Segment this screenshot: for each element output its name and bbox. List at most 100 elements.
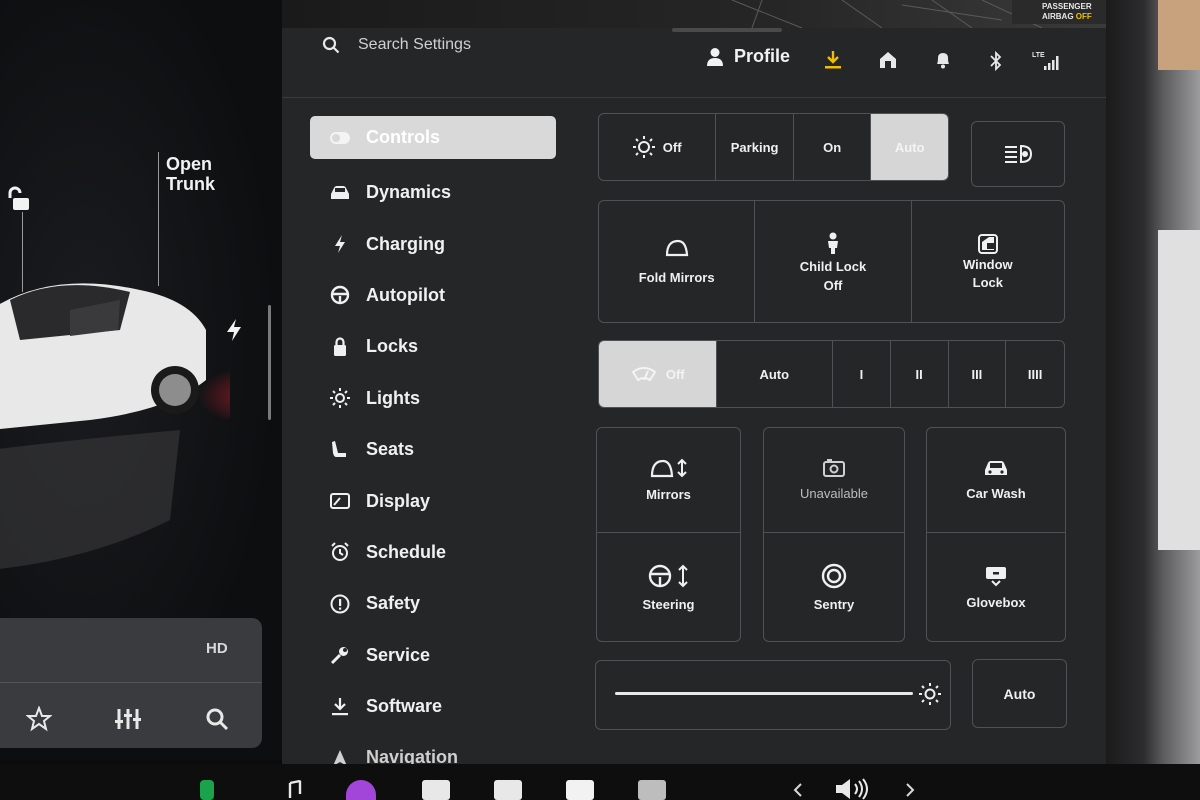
brightness-sun-icon: [919, 683, 941, 705]
search-settings-input[interactable]: Search Settings: [322, 36, 471, 54]
brightness-auto-label: Auto: [1003, 685, 1036, 702]
wipers-off-label: Off: [665, 366, 685, 382]
car-wash-icon: [985, 461, 1007, 475]
mirrors-button[interactable]: Mirrors: [597, 428, 740, 533]
download-icon[interactable]: [824, 50, 842, 70]
wipers-speed-4-option[interactable]: IIII: [1006, 341, 1064, 407]
trunk-pointer-line: [158, 152, 159, 286]
menu-item-lights[interactable]: Lights: [310, 373, 556, 424]
svg-text:LTE: LTE: [1032, 52, 1045, 59]
alert-icon: [328, 594, 352, 614]
settings-menu: Controls Dynamics Charging Autopilot Locks Li…: [310, 116, 556, 784]
glovebox-label: Glovebox: [966, 594, 1026, 610]
equalizer-icon[interactable]: [114, 706, 142, 732]
calendar-app-icon[interactable]: [494, 780, 522, 800]
menu-item-safety[interactable]: Safety: [310, 578, 556, 629]
passenger-airbag-indicator: PASSENGER AIRBAG OFF: [1012, 0, 1106, 24]
wipers-auto-option[interactable]: Auto: [717, 341, 833, 407]
car-panel-scrollbar[interactable]: [268, 305, 271, 420]
favorite-star-icon[interactable]: [26, 706, 52, 732]
wipers-speed-2-option[interactable]: II: [891, 341, 949, 407]
menu-item-charging[interactable]: Charging: [310, 218, 556, 269]
music-icon[interactable]: [284, 780, 302, 800]
menu-item-schedule[interactable]: Schedule: [310, 527, 556, 578]
fold-mirrors-button[interactable]: Fold Mirrors: [599, 201, 756, 322]
car-icon: [328, 183, 352, 203]
media-app-icon[interactable]: [638, 780, 666, 800]
lte-signal-icon: LTE: [1032, 52, 1059, 70]
unavailable-label: Unavailable: [800, 486, 868, 501]
glovebox-button[interactable]: Glovebox: [927, 534, 1065, 641]
lock-icon: [328, 337, 352, 357]
media-search-icon[interactable]: [204, 706, 230, 732]
menu-item-seats[interactable]: Seats: [310, 424, 556, 475]
open-trunk-line2: Trunk: [166, 174, 216, 194]
brightness-auto-button[interactable]: Auto: [972, 659, 1067, 728]
download-icon: [328, 697, 352, 717]
airbag-status: OFF: [1075, 12, 1092, 21]
open-trunk-line1: Open: [166, 154, 213, 174]
high-beam-icon: [1005, 144, 1033, 164]
airbag-line1: PASSENGER: [1042, 2, 1092, 11]
home-icon[interactable]: [878, 50, 898, 70]
phone-app-icon[interactable]: [200, 780, 214, 800]
map-strip: [282, 0, 1106, 28]
profile-label: Profile: [734, 46, 791, 66]
sun-icon: [328, 388, 352, 409]
wipers-speed-1-option[interactable]: I: [833, 341, 891, 407]
headlights-on-option[interactable]: On: [794, 114, 872, 180]
sentry-button[interactable]: Sentry: [764, 534, 904, 641]
menu-item-label: Safety: [366, 593, 421, 614]
bluetooth-icon[interactable]: [988, 50, 1004, 72]
volume-icon[interactable]: [834, 778, 874, 800]
unlock-icon[interactable]: [8, 186, 36, 214]
bolt-icon: [328, 234, 352, 254]
headlights-selector: Off Parking On Auto: [598, 113, 949, 181]
brightness-slider[interactable]: [595, 660, 951, 730]
car-render: [0, 283, 230, 569]
car-panel: Open Trunk HD: [0, 0, 282, 760]
headlights-off-option[interactable]: Off: [599, 114, 717, 180]
dashcam-icon: [823, 459, 845, 477]
menu-item-service[interactable]: Service: [310, 630, 556, 681]
window-lock-line1: Window: [962, 256, 1013, 272]
search-placeholder: Search Settings: [358, 36, 471, 53]
wipers-speed-3-option[interactable]: III: [949, 341, 1007, 407]
more-apps-icon[interactable]: [422, 780, 450, 800]
fold-mirrors-label: Fold Mirrors: [638, 270, 715, 285]
headlights-auto-option[interactable]: Auto: [871, 114, 948, 180]
headlights-off-label: Off: [662, 139, 682, 155]
menu-item-software[interactable]: Software: [310, 681, 556, 732]
steering-label: Steering: [642, 596, 695, 612]
wipers-off-option[interactable]: Off: [599, 341, 717, 407]
menu-item-autopilot[interactable]: Autopilot: [310, 270, 556, 321]
profile-button[interactable]: Profile: [706, 46, 790, 67]
high-beam-button[interactable]: [971, 121, 1065, 187]
quick-controls: Fold Mirrors Child Lock Off Window Lock: [598, 200, 1065, 323]
toggle-icon: [328, 128, 352, 148]
car-wash-button[interactable]: Car Wash: [927, 428, 1065, 533]
unavailable-button: Unavailable: [764, 428, 904, 533]
seat-icon: [328, 440, 352, 460]
window-drag-handle[interactable]: [672, 28, 782, 32]
menu-item-label: Schedule: [366, 541, 447, 562]
child-lock-button[interactable]: Child Lock Off: [755, 201, 912, 322]
menu-item-label: Locks: [366, 336, 419, 357]
menu-item-locks[interactable]: Locks: [310, 321, 556, 372]
menu-item-display[interactable]: Display: [310, 475, 556, 526]
menu-item-dynamics[interactable]: Dynamics: [310, 167, 556, 218]
mirrors-label: Mirrors: [646, 487, 691, 502]
volume-up-chevron-icon[interactable]: [904, 782, 916, 798]
airbag-line2: AIRBAG OFF: [1042, 12, 1106, 22]
steering-button[interactable]: Steering: [597, 534, 740, 641]
notes-app-icon[interactable]: [566, 780, 594, 800]
brightness-slider-track[interactable]: [615, 692, 913, 695]
volume-down-chevron-icon[interactable]: [792, 782, 804, 798]
open-trunk-button[interactable]: Open Trunk: [166, 154, 215, 194]
window-lock-button[interactable]: Window Lock: [912, 201, 1064, 322]
bell-icon[interactable]: [934, 50, 952, 70]
menu-item-controls[interactable]: Controls: [310, 116, 556, 159]
window-lock-line2: Lock: [972, 274, 1003, 290]
menu-item-label: Charging: [366, 233, 445, 254]
headlights-parking-option[interactable]: Parking: [716, 114, 794, 180]
